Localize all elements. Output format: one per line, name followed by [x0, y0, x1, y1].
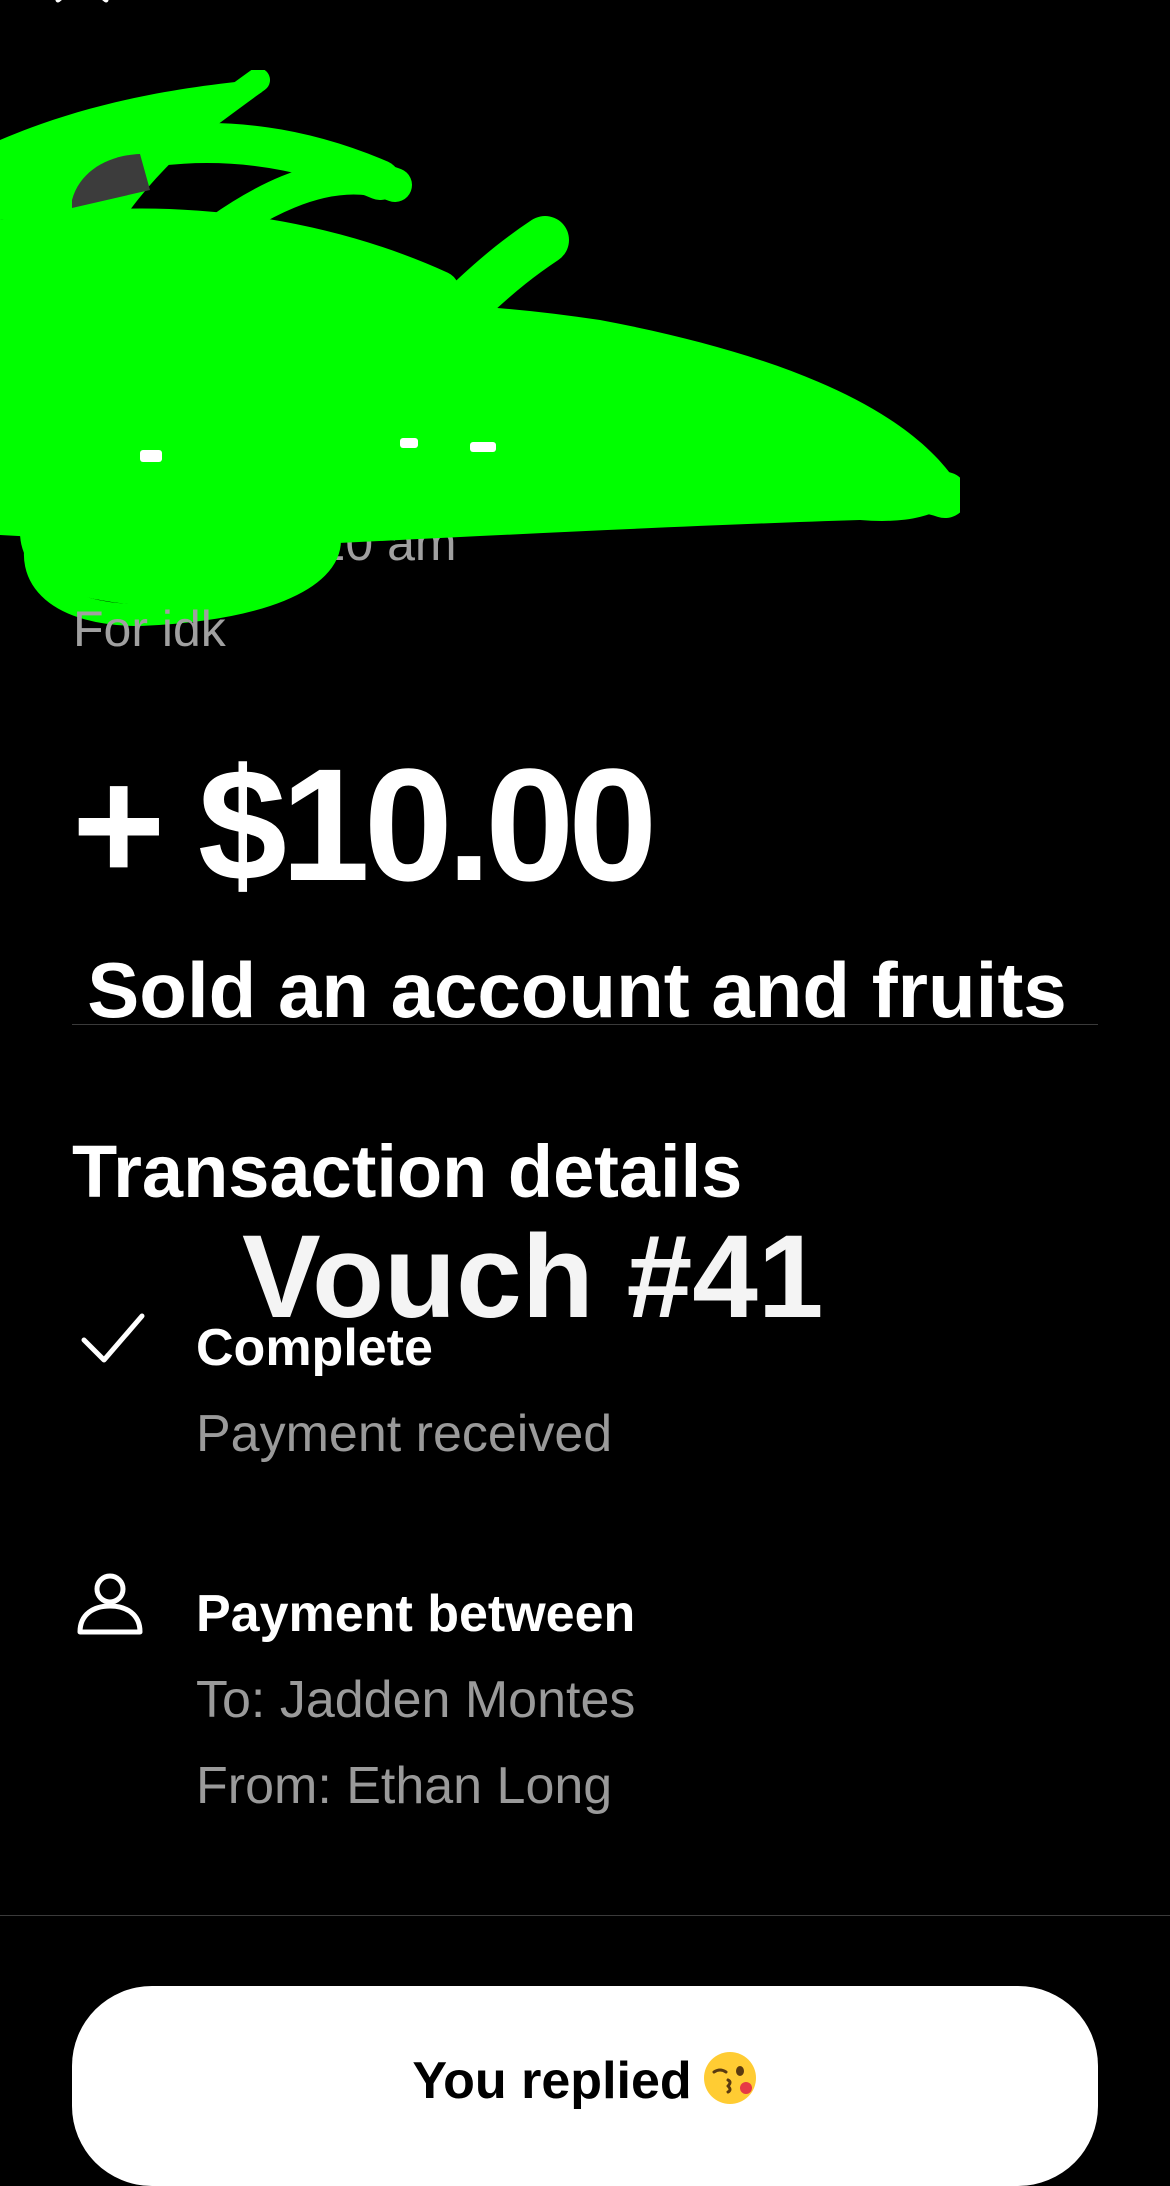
redaction-scribble — [0, 70, 960, 626]
status-title: Complete — [196, 1319, 433, 1377]
payment-to: To: Jadden Montes — [196, 1671, 636, 1729]
close-icon[interactable] — [54, 0, 114, 20]
reply-button-row: You replied — [72, 2050, 1098, 2111]
payment-between-title: Payment between — [196, 1585, 636, 1643]
transaction-note: For idk — [73, 601, 226, 657]
checkmark-icon — [81, 1313, 145, 1363]
status-subtitle: Payment received — [196, 1405, 613, 1463]
overlay-caption: Sold an account and fruits — [87, 946, 1067, 1034]
payment-from: From: Ethan Long — [196, 1757, 613, 1815]
transaction-amount: + $10.00 — [72, 735, 657, 914]
divider — [0, 1915, 1170, 1916]
winking-kiss-emoji — [703, 2052, 756, 2104]
you-replied-button[interactable]: You replied — [72, 1986, 1098, 2186]
transaction-details-heading: Transaction details — [72, 1130, 743, 1213]
reply-button-label: You replied — [412, 2052, 692, 2110]
person-icon — [77, 1573, 143, 1635]
